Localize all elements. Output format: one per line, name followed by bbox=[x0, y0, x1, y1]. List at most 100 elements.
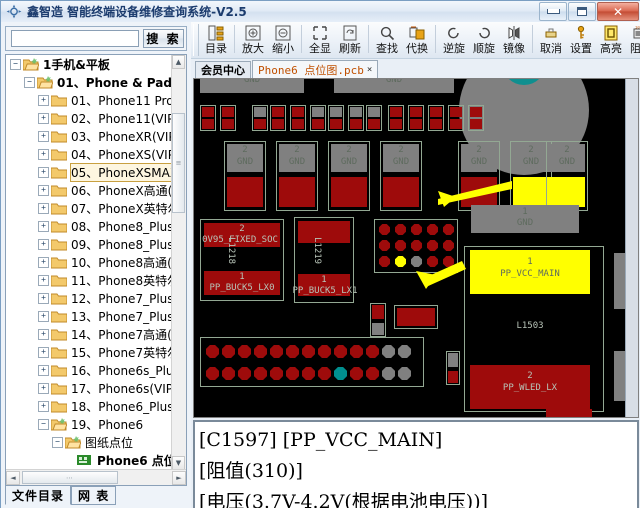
tree-item-label: 12、Phone7_Plus高 bbox=[71, 291, 172, 306]
tree-item[interactable]: +08、Phone8_Plus高 bbox=[6, 217, 172, 235]
mirror-icon bbox=[506, 24, 522, 42]
expand-icon[interactable]: + bbox=[38, 292, 49, 304]
expand-icon[interactable]: + bbox=[38, 130, 49, 142]
tree-item[interactable]: +14、Phone7高通(VI bbox=[6, 325, 172, 343]
toolbar-button-search[interactable]: 查找 bbox=[372, 23, 402, 57]
expand-icon[interactable]: + bbox=[38, 148, 49, 160]
expand-icon[interactable]: + bbox=[38, 400, 49, 412]
tree-item[interactable]: − 01、Phone & Pad bbox=[6, 73, 172, 91]
scroll-up-button[interactable]: ▲ bbox=[172, 55, 185, 69]
bottom-pad bbox=[302, 345, 315, 358]
expand-icon[interactable]: + bbox=[38, 310, 49, 322]
tree-item[interactable]: +17、Phone6s(VIP) bbox=[6, 379, 172, 397]
tree-item[interactable]: − 1手机&平板 bbox=[6, 55, 172, 73]
tree-item[interactable]: +15、Phone7英特尔( bbox=[6, 343, 172, 361]
toolbar-grip[interactable] bbox=[193, 24, 199, 56]
expand-icon[interactable]: + bbox=[38, 112, 49, 124]
minimize-icon bbox=[546, 9, 560, 14]
tree-item[interactable]: +18、Phone6_Plus bbox=[6, 397, 172, 415]
maximize-button[interactable] bbox=[568, 2, 596, 21]
scroll-right-button[interactable]: ► bbox=[172, 470, 186, 485]
toolbar-button-zoom-in[interactable]: 放大 bbox=[238, 23, 268, 57]
pcb-canvas[interactable]: GND GND 2 GND 2 GND 2 GND 2 GND 2 GND 2 GND 2 GND 1 G… bbox=[194, 79, 638, 417]
tree-item-label: 18、Phone6_Plus bbox=[71, 399, 172, 414]
collapse-icon[interactable]: − bbox=[52, 436, 63, 448]
tree-item[interactable]: +01、Phone11 Pro & bbox=[6, 91, 172, 109]
tree-item[interactable]: +04、PhoneXS(VIP) bbox=[6, 145, 172, 163]
tree-item[interactable]: +10、Phone8高通(VI bbox=[6, 253, 172, 271]
tree-item[interactable]: +07、PhoneX英特尔( bbox=[6, 199, 172, 217]
expand-icon[interactable]: + bbox=[38, 274, 49, 286]
expand-icon[interactable]: + bbox=[38, 202, 49, 214]
tree-item[interactable]: +05、PhoneXSMAX(VIP) bbox=[6, 162, 172, 182]
highlighted-pad[interactable] bbox=[549, 177, 585, 207]
toolbar-button-label: 设置 bbox=[570, 42, 592, 55]
tree-item[interactable]: +02、Phone11(VIP) bbox=[6, 109, 172, 127]
tab-member-center[interactable]: 会员中心 bbox=[195, 61, 251, 79]
tree-item[interactable]: +11、Phone8英特尔( bbox=[6, 271, 172, 289]
tree-item[interactable]: − 图纸点位 bbox=[6, 433, 172, 451]
expand-icon[interactable]: + bbox=[38, 220, 49, 232]
tab-file-directory[interactable]: 文件目录 bbox=[5, 485, 72, 505]
tree-horizontal-scrollbar[interactable]: ◄ ⋯ ► bbox=[6, 469, 186, 485]
expand-icon[interactable]: + bbox=[38, 94, 49, 106]
collapse-icon[interactable]: − bbox=[10, 58, 21, 70]
component-ref: L1219 bbox=[312, 237, 322, 265]
tree-item[interactable]: +06、PhoneX高通(VI bbox=[6, 181, 172, 199]
toolbar-button-cancel[interactable]: 取消 bbox=[536, 23, 566, 57]
minimize-button[interactable] bbox=[539, 2, 567, 21]
vertical-scroll-thumb[interactable]: ≡ bbox=[172, 113, 185, 213]
expand-icon[interactable]: + bbox=[38, 238, 49, 250]
pcb-vertical-scrollbar[interactable] bbox=[625, 79, 638, 417]
collapse-icon[interactable]: − bbox=[38, 418, 49, 430]
toolbar-button-settings-key[interactable]: 设置 bbox=[566, 23, 596, 57]
settings-key-icon bbox=[573, 24, 589, 42]
toolbar-button-resistance[interactable]: 1001阻值 bbox=[626, 23, 640, 57]
expand-icon[interactable]: + bbox=[38, 328, 49, 340]
toolbar-button-rotate-ccw[interactable]: 逆旋 bbox=[439, 23, 469, 57]
tab-netlist[interactable]: 网 表 bbox=[71, 486, 117, 505]
collapse-icon[interactable]: − bbox=[24, 76, 35, 88]
toolbar-button-highlight[interactable]: 高亮 bbox=[596, 23, 626, 57]
small-pad bbox=[448, 353, 458, 367]
tab-phone6-pcb[interactable]: Phone6 点位图.pcb × bbox=[252, 60, 379, 79]
pin-number: 1 bbox=[239, 272, 245, 282]
tree-vertical-scrollbar[interactable]: ▲ ≡ ▼ bbox=[171, 55, 186, 470]
expand-icon[interactable]: + bbox=[38, 346, 49, 358]
search-input[interactable] bbox=[11, 30, 139, 47]
bottom-pad bbox=[398, 345, 411, 358]
tree-item[interactable]: +03、PhoneXR(VIP) bbox=[6, 127, 172, 145]
toolbar-button-rotate-cw[interactable]: 顺旋 bbox=[469, 23, 499, 57]
scroll-down-button[interactable]: ▼ bbox=[172, 456, 185, 470]
tree-item[interactable]: +12、Phone7_Plus高 bbox=[6, 289, 172, 307]
tree-item[interactable]: Phone6 点位 bbox=[6, 451, 172, 469]
toolbar-button-catalog[interactable]: 目录 bbox=[201, 23, 231, 57]
bottom-pad bbox=[238, 345, 251, 358]
folder-icon bbox=[50, 112, 68, 125]
folder-icon bbox=[50, 166, 68, 179]
tree-item[interactable]: − 19、Phone6 bbox=[6, 415, 172, 433]
top-pad bbox=[330, 119, 342, 129]
tree-item[interactable]: +16、Phone6s_Plus( bbox=[6, 361, 172, 379]
close-button[interactable]: ✕ bbox=[597, 2, 639, 21]
expand-icon[interactable]: + bbox=[38, 382, 49, 394]
bottom-pad bbox=[254, 367, 267, 380]
file-tree[interactable]: −1手机&平板−01、Phone & Pad+01、Phone11 Pro &+… bbox=[6, 55, 172, 469]
pcb-viewer[interactable]: GND GND 2 GND 2 GND 2 GND 2 GND 2 GND 2 GND 2 GND 1 G… bbox=[193, 78, 639, 418]
toolbar-button-mirror[interactable]: 镜像 bbox=[499, 23, 529, 57]
tree-item[interactable]: +13、Phone7_Plus英 bbox=[6, 307, 172, 325]
highlighted-pad[interactable] bbox=[513, 177, 549, 207]
expand-icon[interactable]: + bbox=[38, 166, 49, 178]
expand-icon[interactable]: + bbox=[38, 364, 49, 376]
expand-icon[interactable]: + bbox=[38, 184, 49, 196]
search-button[interactable]: 搜 索 bbox=[143, 29, 184, 48]
toolbar-button-replace[interactable]: 代换 bbox=[402, 23, 432, 57]
toolbar-button-refresh[interactable]: 刷新 bbox=[335, 23, 365, 57]
expand-icon[interactable]: + bbox=[38, 256, 49, 268]
toolbar-button-fit-screen[interactable]: 全显 bbox=[305, 23, 335, 57]
tree-item[interactable]: +09、Phone8_Plus英 bbox=[6, 235, 172, 253]
toolbar-button-zoom-out[interactable]: 缩小 bbox=[268, 23, 298, 57]
horizontal-scroll-thumb[interactable]: ⋯ bbox=[22, 471, 118, 484]
close-icon[interactable]: × bbox=[367, 65, 372, 75]
scroll-left-button[interactable]: ◄ bbox=[6, 470, 20, 485]
